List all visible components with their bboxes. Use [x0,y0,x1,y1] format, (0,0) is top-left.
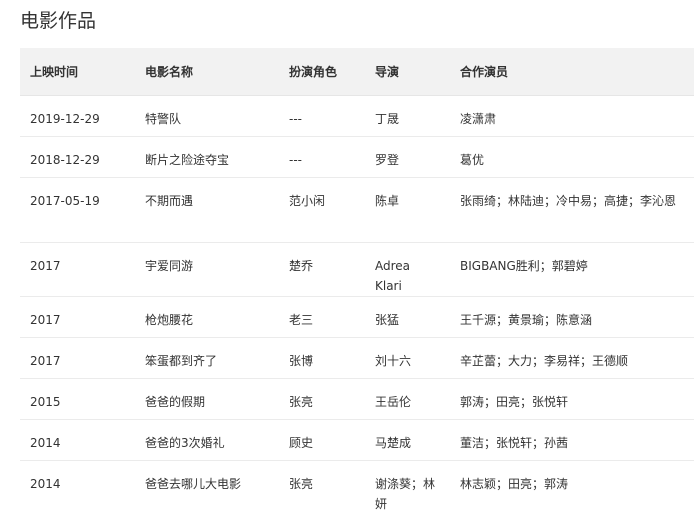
cell-title[interactable]: 爸爸去哪儿大电影 [135,461,279,514]
table-row: 2015 爸爸的假期 张亮 王岳伦 郭涛；田亮；张悦轩 [20,379,694,420]
cell-director[interactable]: 谢涤葵；林妍 [365,461,450,514]
cell-title[interactable]: 不期而遇 [135,178,279,243]
cell-cast[interactable]: 王千源；黄景瑜；陈意涵 [450,297,694,338]
table-row: 2017-05-19 不期而遇 范小闲 陈卓 张雨绮；林陆迪；冷中易；高捷；李沁… [20,178,694,243]
table-body: 2019-12-29 特警队 --- 丁晟 凌潇肃 2018-12-29 断片之… [20,96,694,514]
cell-director[interactable]: 马楚成 [365,420,450,461]
section-title: 电影作品 [20,8,96,34]
cell-cast[interactable]: 林志颖；田亮；郭涛 [450,461,694,514]
cell-cast[interactable]: 辛芷蕾；大力；李易祥；王德顺 [450,338,694,379]
cell-role: 老三 [279,297,365,338]
table-row: 2018-12-29 断片之险途夺宝 --- 罗登 葛优 [20,137,694,178]
cell-date: 2017 [20,338,135,379]
cell-role: --- [279,137,365,178]
cell-director[interactable]: 罗登 [365,137,450,178]
cell-date: 2014 [20,461,135,514]
table-row: 2014 爸爸的3次婚礼 顾史 马楚成 董洁；张悦轩；孙茜 [20,420,694,461]
header-date: 上映时间 [20,48,135,96]
cell-director[interactable]: 张猛 [365,297,450,338]
cell-role: 张博 [279,338,365,379]
cell-title[interactable]: 断片之险途夺宝 [135,137,279,178]
cell-title[interactable]: 特警队 [135,96,279,137]
cell-title[interactable]: 枪炮腰花 [135,297,279,338]
cell-cast[interactable]: 郭涛；田亮；张悦轩 [450,379,694,420]
cell-role: --- [279,96,365,137]
table-row: 2014 爸爸去哪儿大电影 张亮 谢涤葵；林妍 林志颖；田亮；郭涛 [20,461,694,514]
cell-role: 楚乔 [279,243,365,297]
cell-date: 2017 [20,297,135,338]
table-row: 2019-12-29 特警队 --- 丁晟 凌潇肃 [20,96,694,137]
cell-cast[interactable]: 凌潇肃 [450,96,694,137]
cell-date: 2017-05-19 [20,178,135,243]
header-row: 上映时间 电影名称 扮演角色 导演 合作演员 [20,48,694,96]
cell-date: 2015 [20,379,135,420]
cell-cast[interactable]: 葛优 [450,137,694,178]
cell-title[interactable]: 笨蛋都到齐了 [135,338,279,379]
cell-role: 范小闲 [279,178,365,243]
cell-director[interactable]: 王岳伦 [365,379,450,420]
filmography-table: 上映时间 电影名称 扮演角色 导演 合作演员 2019-12-29 特警队 --… [20,48,694,514]
cell-date: 2018-12-29 [20,137,135,178]
cell-role: 张亮 [279,461,365,514]
cell-role: 顾史 [279,420,365,461]
cell-date: 2014 [20,420,135,461]
cell-title[interactable]: 爸爸的假期 [135,379,279,420]
cell-director[interactable]: 刘十六 [365,338,450,379]
cell-title[interactable]: 爸爸的3次婚礼 [135,420,279,461]
table-row: 2017 笨蛋都到齐了 张博 刘十六 辛芷蕾；大力；李易祥；王德顺 [20,338,694,379]
cell-title[interactable]: 宇爱同游 [135,243,279,297]
table-header: 上映时间 电影名称 扮演角色 导演 合作演员 [20,48,694,96]
cell-role: 张亮 [279,379,365,420]
cell-cast[interactable]: 董洁；张悦轩；孙茜 [450,420,694,461]
cell-date: 2017 [20,243,135,297]
cell-cast[interactable]: BIGBANG胜利；郭碧婷 [450,243,694,297]
table-row: 2017 枪炮腰花 老三 张猛 王千源；黄景瑜；陈意涵 [20,297,694,338]
header-title: 电影名称 [135,48,279,96]
cell-cast[interactable]: 张雨绮；林陆迪；冷中易；高捷；李沁恩 [450,178,694,243]
cell-director[interactable]: Adrea Klari [365,243,450,297]
cell-director[interactable]: 丁晟 [365,96,450,137]
header-role: 扮演角色 [279,48,365,96]
cell-date: 2019-12-29 [20,96,135,137]
cell-director[interactable]: 陈卓 [365,178,450,243]
header-cast: 合作演员 [450,48,694,96]
header-director: 导演 [365,48,450,96]
table-row: 2017 宇爱同游 楚乔 Adrea Klari BIGBANG胜利；郭碧婷 [20,243,694,297]
